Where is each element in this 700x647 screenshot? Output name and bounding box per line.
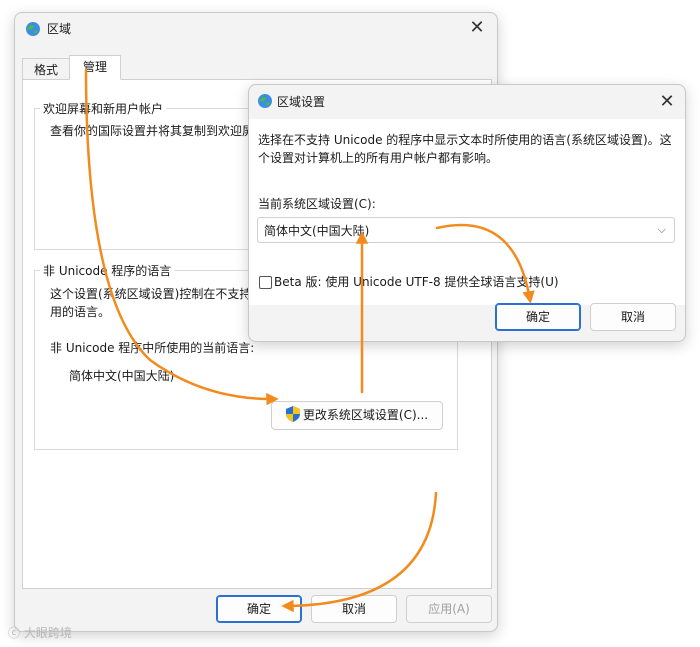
- nonunicode-desc-line2: 用的语言。: [50, 305, 111, 319]
- nonunicode-group-legend: 非 Unicode 程序的语言: [40, 262, 175, 279]
- region-apply-button[interactable]: 应用(A): [406, 595, 492, 623]
- locale-settings-dialog: 区域设置 ✕ 选择在不支持 Unicode 的程序中显示文本时所使用的语言(系统…: [248, 84, 686, 342]
- tab-administrative-label: 管理: [82, 60, 107, 74]
- change-system-locale-label: 更改系统区域设置(C)...: [302, 408, 429, 422]
- globe-icon: [258, 94, 272, 108]
- locale-dialog-desc-line2: 个设置对计算机上的所有用户帐户都有影响。: [258, 151, 499, 165]
- region-cancel-label: 取消: [341, 602, 366, 616]
- nonunicode-desc-line1: 这个设置(系统区域设置)控制在不支持: [50, 287, 252, 301]
- locale-dialog-body: 选择在不支持 Unicode 的程序中显示文本时所使用的语言(系统区域设置)。这…: [249, 119, 685, 305]
- region-ok-label: 确定: [246, 602, 271, 616]
- tab-administrative[interactable]: 管理: [69, 55, 121, 80]
- welcome-group-legend: 欢迎屏幕和新用户帐户: [40, 100, 167, 117]
- current-language-label: 非 Unicode 程序中所使用的当前语言:: [50, 341, 255, 355]
- locale-dialog-titlebar: 区域设置 ✕: [249, 85, 685, 115]
- locale-dialog-desc-line1: 选择在不支持 Unicode 的程序中显示文本时所使用的语言(系统区域设置)。这: [258, 133, 672, 147]
- system-locale-select[interactable]: 简体中文(中国大陆) ⌵: [257, 217, 675, 243]
- locale-ok-button[interactable]: 确定: [495, 303, 581, 331]
- region-ok-button[interactable]: 确定: [216, 595, 302, 623]
- locale-cancel-button[interactable]: 取消: [590, 303, 676, 331]
- current-locale-label: 当前系统区域设置(C):: [258, 197, 376, 211]
- chevron-down-icon: ⌵: [657, 223, 666, 236]
- locale-cancel-label: 取消: [620, 310, 645, 324]
- globe-icon: [26, 22, 40, 36]
- locale-dialog-title: 区域设置: [277, 95, 326, 109]
- tab-format[interactable]: 格式: [22, 58, 70, 80]
- region-window-title: 区域: [47, 22, 72, 36]
- region-cancel-button[interactable]: 取消: [311, 595, 397, 623]
- welcome-group-desc: 查看你的国际设置并将其复制到欢迎屏: [50, 124, 255, 138]
- close-icon[interactable]: ✕: [655, 91, 679, 113]
- system-locale-value: 简体中文(中国大陆): [264, 224, 370, 238]
- shield-icon: [285, 406, 300, 422]
- close-icon[interactable]: ✕: [465, 17, 489, 39]
- change-system-locale-button[interactable]: 更改系统区域设置(C)...: [271, 401, 443, 430]
- region-apply-label: 应用(A): [428, 602, 470, 616]
- current-language-value: 简体中文(中国大陆): [69, 369, 175, 383]
- watermark: ⓒ 大眼跨境: [8, 624, 72, 641]
- region-titlebar: 区域 ✕: [15, 13, 497, 43]
- watermark-logo-icon: ⓒ: [8, 626, 21, 640]
- beta-utf8-checkbox[interactable]: [259, 276, 272, 289]
- watermark-text: 大眼跨境: [23, 626, 72, 640]
- tab-format-label: 格式: [33, 63, 58, 77]
- beta-utf8-label[interactable]: Beta 版: 使用 Unicode UTF-8 提供全球语言支持(U): [274, 273, 559, 291]
- locale-ok-label: 确定: [525, 310, 550, 324]
